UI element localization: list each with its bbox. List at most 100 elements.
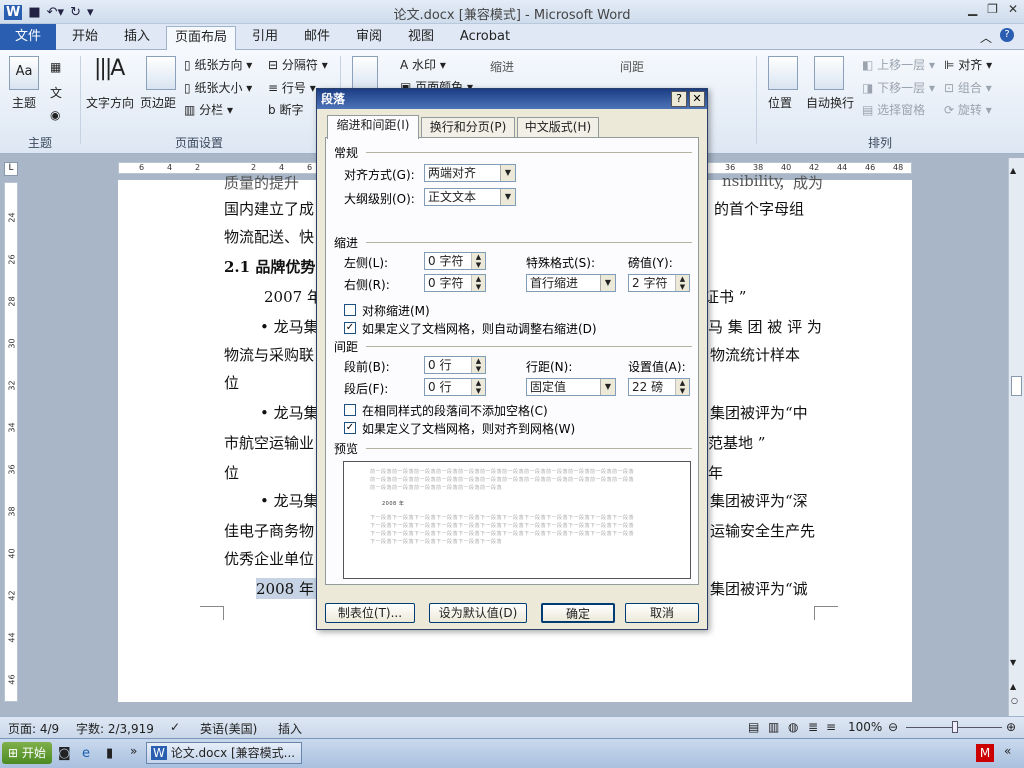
proofing-icon[interactable]: ✓ [170, 720, 180, 734]
view-draft-icon[interactable]: ≡ [826, 720, 836, 734]
line-spacing-select[interactable]: 固定值 ▼ [526, 378, 616, 396]
tabs-button[interactable]: 制表位(T)... [325, 603, 415, 623]
alignment-select[interactable]: 两端对齐 ▼ [424, 164, 516, 182]
themes-button[interactable]: 主题 [12, 94, 36, 111]
wrap-text-icon[interactable] [814, 56, 844, 90]
start-button[interactable]: ⊞ 开始 [2, 742, 52, 764]
zoom-level[interactable]: 100% [848, 720, 882, 734]
text-direction-button[interactable]: 文字方向 [86, 94, 134, 111]
theme-effects-icon[interactable]: ◉ [50, 108, 60, 122]
set-default-button[interactable]: 设为默认值(D) [429, 603, 527, 623]
tab-mailings[interactable]: 邮件 [294, 26, 340, 50]
tab-asian-typography[interactable]: 中文版式(H) [517, 117, 599, 137]
taskbar-word-item[interactable]: W 论文.docx [兼容模式... [146, 742, 302, 764]
spinner-arrows-icon[interactable]: ▲ ▼ [471, 357, 485, 373]
scroll-up-icon[interactable]: ▲ [1010, 166, 1016, 175]
spinner-arrows-icon[interactable]: ▲ ▼ [675, 379, 689, 395]
restore-icon[interactable]: ❐ [987, 2, 998, 16]
outline-level-select[interactable]: 正文文本 ▼ [424, 188, 516, 206]
minimize-icon[interactable]: ▁ [968, 2, 977, 16]
align-button[interactable]: 对齐 [958, 58, 982, 72]
tab-review[interactable]: 审阅 [346, 26, 392, 50]
quicklaunch-icon[interactable]: ▮ [106, 746, 113, 761]
space-after-spinner[interactable]: 0 行 ▲ ▼ [424, 378, 486, 396]
insert-mode[interactable]: 插入 [278, 720, 302, 737]
tray-app-icon[interactable]: M [976, 744, 994, 762]
position-button[interactable]: 位置 [768, 94, 792, 111]
close-window-icon[interactable]: ✕ [1008, 2, 1018, 16]
line-numbers-button[interactable]: 行号 [282, 81, 306, 95]
zoom-slider-thumb[interactable] [952, 721, 958, 733]
zoom-out-icon[interactable]: ⊖ [888, 720, 898, 734]
page-background-icon[interactable] [352, 56, 378, 90]
spinner-arrows-icon[interactable]: ▲ ▼ [675, 275, 689, 291]
snap-to-grid-checkbox[interactable]: ✓ [344, 422, 356, 434]
prev-page-icon[interactable]: ▲ [1010, 682, 1016, 691]
size-button[interactable]: 纸张大小 [194, 81, 242, 95]
tab-line-page-breaks[interactable]: 换行和分页(P) [421, 117, 515, 137]
tab-view[interactable]: 视图 [398, 26, 444, 50]
zoom-in-icon[interactable]: ⊕ [1006, 720, 1016, 734]
rotate-button[interactable]: 旋转 [958, 103, 982, 117]
send-backward-button[interactable]: 下移一层 [877, 81, 925, 95]
theme-colors-icon[interactable]: ▦ [50, 60, 61, 74]
watermark-button[interactable]: 水印 [412, 58, 436, 72]
scroll-down-icon[interactable]: ▼ [1010, 658, 1016, 667]
vertical-ruler[interactable]: 24 26 28 30 32 34 36 38 40 42 44 46 [4, 182, 18, 702]
orientation-button[interactable]: 纸张方向 [194, 58, 242, 72]
no-space-same-style-checkbox[interactable] [344, 404, 356, 416]
tab-page-layout[interactable]: 页面布局 [166, 26, 236, 51]
theme-fonts-icon[interactable]: 文 [50, 84, 62, 101]
view-reading-icon[interactable]: ▥ [768, 720, 779, 734]
selection-pane-button[interactable]: 选择窗格 [877, 103, 925, 117]
themes-icon[interactable]: Aa [9, 56, 39, 90]
text-direction-icon[interactable]: |||A [94, 56, 125, 81]
tab-home[interactable]: 开始 [62, 26, 108, 50]
word-count[interactable]: 字数: 2/3,919 [76, 720, 154, 737]
tab-references[interactable]: 引用 [242, 26, 288, 50]
ok-button[interactable]: 确定 [541, 603, 615, 623]
columns-button[interactable]: 分栏 [199, 103, 223, 117]
at-spinner[interactable]: 22 磅 ▲ ▼ [628, 378, 690, 396]
auto-right-indent-checkbox[interactable]: ✓ [344, 322, 356, 334]
spinner-arrows-icon[interactable]: ▲ ▼ [471, 379, 485, 395]
chevron-right-icon[interactable]: » [130, 744, 137, 758]
ie-icon[interactable]: e [82, 746, 90, 761]
dialog-close-button[interactable]: ✕ [689, 91, 705, 107]
language-indicator[interactable]: 英语(美国) [200, 720, 257, 737]
view-web-icon[interactable]: ◍ [788, 720, 798, 734]
special-indent-select[interactable]: 首行缩进 ▼ [526, 274, 616, 292]
tab-indents-spacing[interactable]: 缩进和间距(I) [327, 115, 419, 139]
tab-file[interactable]: 文件 [0, 24, 56, 50]
spinner-arrows-icon[interactable]: ▲ ▼ [471, 253, 485, 269]
tab-insert[interactable]: 插入 [114, 26, 160, 50]
collapse-ribbon-icon[interactable]: ︿ [980, 29, 992, 46]
margins-button[interactable]: 页边距 [140, 94, 176, 111]
spinner-arrows-icon[interactable]: ▲ ▼ [471, 275, 485, 291]
chevron-left-icon[interactable]: « [1004, 744, 1011, 758]
margins-icon[interactable] [146, 56, 176, 90]
tab-acrobat[interactable]: Acrobat [452, 26, 518, 50]
help-icon[interactable]: ? [1000, 28, 1014, 42]
right-indent-spinner[interactable]: 0 字符 ▲ ▼ [424, 274, 486, 292]
vertical-scrollbar[interactable]: ▲ ▼ ▲ ○ [1008, 158, 1024, 718]
wrap-text-button[interactable]: 自动换行 [806, 94, 854, 111]
group-button[interactable]: 组合 [958, 81, 982, 95]
quicklaunch-icon[interactable]: ◙ [58, 746, 71, 761]
bring-forward-button[interactable]: 上移一层 [877, 58, 925, 72]
breaks-button[interactable]: 分隔符 [282, 58, 318, 72]
mirror-indents-checkbox[interactable] [344, 304, 356, 316]
hyphenation-button[interactable]: 断字 [279, 103, 303, 117]
scroll-thumb[interactable] [1011, 376, 1022, 396]
view-print-layout-icon[interactable]: ▤ [748, 720, 759, 734]
left-indent-spinner[interactable]: 0 字符 ▲ ▼ [424, 252, 486, 270]
space-before-spinner[interactable]: 0 行 ▲ ▼ [424, 356, 486, 374]
cancel-button[interactable]: 取消 [625, 603, 699, 623]
browse-object-icon[interactable]: ○ [1011, 696, 1018, 705]
tab-selector-icon[interactable]: L [4, 162, 18, 176]
page-indicator[interactable]: 页面: 4/9 [8, 720, 59, 737]
indent-by-spinner[interactable]: 2 字符 ▲ ▼ [628, 274, 690, 292]
position-icon[interactable] [768, 56, 798, 90]
dialog-help-button[interactable]: ? [671, 91, 687, 107]
view-outline-icon[interactable]: ≣ [808, 720, 818, 734]
